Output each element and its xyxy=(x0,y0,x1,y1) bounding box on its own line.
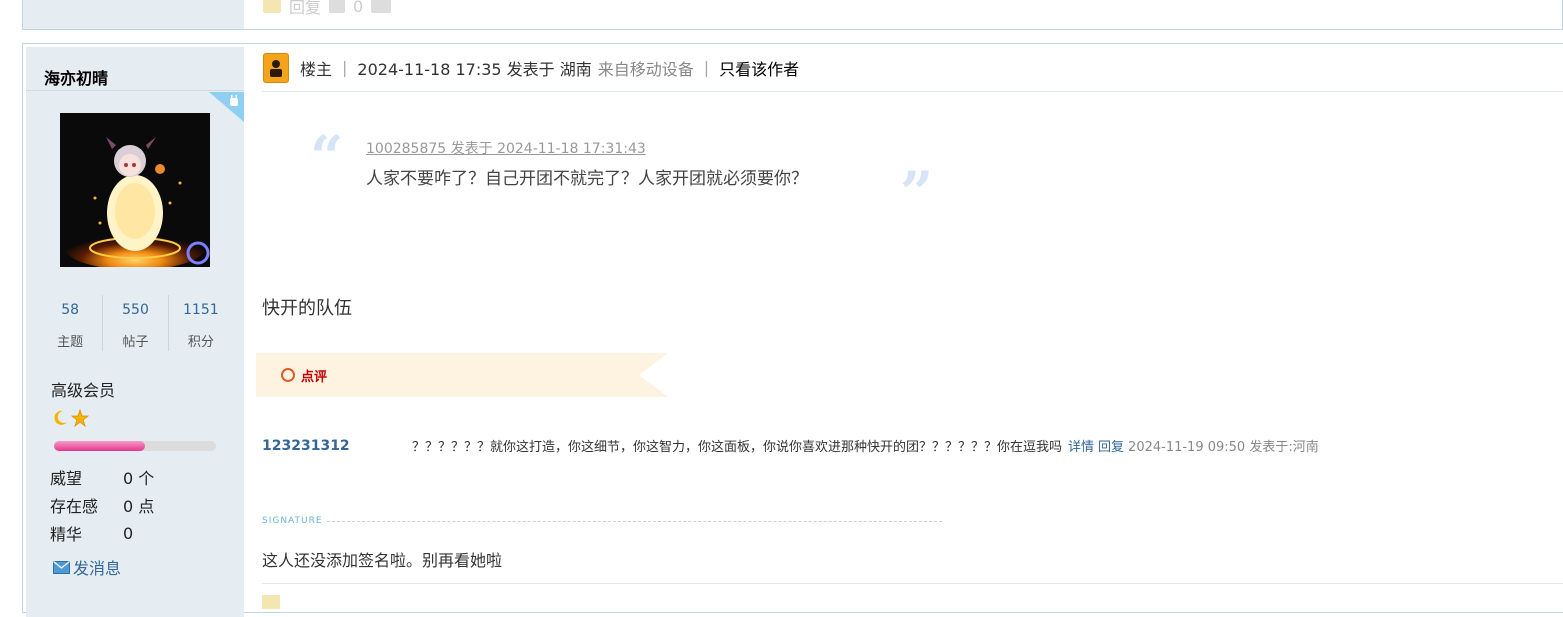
mail-icon xyxy=(53,560,70,574)
quote-text: 人家不要咋了？自己开团不就完了？人家开团就必须要你？ xyxy=(366,169,808,189)
signature-divider: SIGNATURE xyxy=(262,516,942,526)
post-actions xyxy=(262,595,280,609)
info-row-presence: 存在感 0 点 xyxy=(50,497,155,516)
moon-icon xyxy=(54,410,67,425)
send-message-button[interactable]: 发消息 xyxy=(53,555,121,579)
signature-label: SIGNATURE xyxy=(262,516,323,526)
stat-points[interactable]: 1151 积分 xyxy=(169,295,233,351)
document-icon[interactable] xyxy=(329,0,346,13)
support-count: 0 xyxy=(353,0,364,16)
comment-banner: 点评 xyxy=(256,353,668,397)
quote-meta-link[interactable]: 100285875 发表于 2024-11-18 17:31:43 xyxy=(366,138,646,158)
circle-icon xyxy=(281,368,295,382)
dotted-line xyxy=(326,520,942,522)
forum-post: 海亦初晴 58 主题 550 帖子 1151 积分 高级会员 威望 0 个 存在… xyxy=(22,43,1563,617)
divider: | xyxy=(703,58,710,77)
close-quote-icon: ” xyxy=(900,159,934,227)
comment-time: 2024-11-19 09:50 发表于:河南 xyxy=(1128,440,1319,455)
divider-line xyxy=(262,583,1563,584)
previous-post: 回复 0 xyxy=(22,0,1563,30)
post-body: 快开的队伍 xyxy=(262,298,352,319)
reply-icon[interactable] xyxy=(262,595,280,609)
device-label: 来自移动设备 xyxy=(597,59,694,79)
avatar[interactable] xyxy=(60,113,210,267)
open-quote-icon: “ xyxy=(310,123,344,191)
comment-user[interactable]: 123231312 xyxy=(262,438,412,454)
comment-reply-link[interactable]: 回复 xyxy=(1098,436,1124,455)
level-progress-bar xyxy=(54,441,216,451)
author-name[interactable]: 海亦初晴 xyxy=(26,47,244,91)
comment-detail-link[interactable]: 详情 xyxy=(1068,436,1094,455)
comment-text: ？？？？？？就你这打造，你这细节，你这智力，你这面板，你说你喜欢进那种快开的团？… xyxy=(412,440,1063,455)
quote-block: “ 100285875 发表于 2024-11-18 17:31:43 人家不要… xyxy=(300,123,933,222)
stat-topics[interactable]: 58 主题 xyxy=(38,295,104,351)
op-label: 楼主 xyxy=(300,59,333,79)
only-author-link[interactable]: 只看该作者 xyxy=(719,56,799,80)
info-row-digest: 精华 0 xyxy=(50,523,134,545)
previous-post-sidebar xyxy=(23,0,244,29)
author-stats: 58 主题 550 帖子 1151 积分 xyxy=(38,295,233,351)
star-icon xyxy=(71,409,89,427)
member-rank[interactable]: 高级会员 xyxy=(51,377,115,401)
author-info: 威望 0 个 存在感 0 点 精华 0 xyxy=(50,463,154,547)
author-sidebar: 海亦初晴 58 主题 550 帖子 1151 积分 高级会员 威望 0 个 存在… xyxy=(26,47,244,617)
thumbs-down-icon[interactable] xyxy=(371,0,392,13)
previous-post-actions: 回复 0 xyxy=(263,0,392,17)
post-time: 2024-11-18 17:35 发表于 湖南 xyxy=(357,59,592,79)
signature-text: 这人还没添加签名啦。别再看她啦 xyxy=(262,551,503,570)
reply-link[interactable]: 回复 xyxy=(289,0,321,18)
level-progress-fill xyxy=(54,441,145,451)
stat-posts[interactable]: 550 帖子 xyxy=(103,295,169,351)
divider: | xyxy=(342,58,348,77)
comment-banner-label: 点评 xyxy=(301,369,328,385)
post-header: 楼主 | 2024-11-18 17:35 发表于 湖南 来自移动设备 | 只看… xyxy=(262,44,1563,92)
android-icon xyxy=(209,92,244,122)
level-icons xyxy=(51,409,89,427)
comment-item: 123231312 ？？？？？？就你这打造，你这细节，你这智力，你这面板，你说你… xyxy=(262,436,1319,456)
post-content: 楼主 | 2024-11-18 17:35 发表于 湖南 来自移动设备 | 只看… xyxy=(256,44,1563,614)
reply-icon[interactable] xyxy=(263,0,281,13)
op-icon xyxy=(263,52,289,83)
info-row-prestige: 威望 0 个 xyxy=(50,469,155,488)
